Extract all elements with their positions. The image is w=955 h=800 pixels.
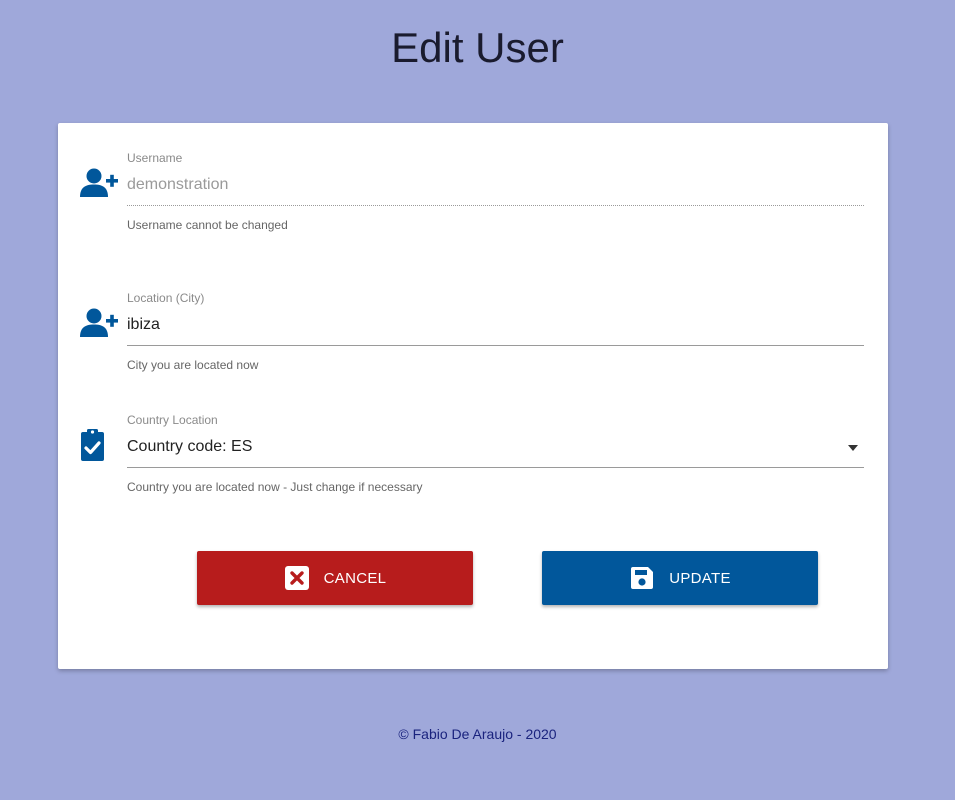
add-user-icon [80,308,118,337]
edit-user-card: Username demonstration Username cannot b… [58,123,888,669]
username-label: Username [127,151,183,165]
save-icon [631,567,654,589]
username-underline [127,205,864,206]
country-select[interactable]: Country code: ES [127,435,864,465]
username-input: demonstration [127,176,229,193]
add-user-icon [80,168,118,197]
update-label: UPDATE [669,569,731,587]
footer-copyright: © Fabio De Araujo - 2020 [398,726,557,742]
cancel-label: CANCEL [323,569,387,587]
caret-down-icon[interactable] [848,445,858,451]
username-helper-text: Username cannot be changed [127,218,288,232]
country-label: Country Location [127,413,218,427]
page-title: Edit User [391,24,564,71]
country-helper-text: Country you are located now - Just chang… [127,480,423,494]
location-helper-text: City you are located now [127,358,259,372]
location-input[interactable]: ibiza [127,313,864,343]
cancel-button[interactable]: CANCEL [197,551,473,605]
location-label: Location (City) [127,291,205,305]
update-button[interactable]: UPDATE [542,551,818,605]
location-underline [127,345,864,346]
country-underline [127,467,864,468]
clipboard-check-icon [81,429,104,461]
close-box-icon [284,566,309,590]
country-select-value: Country code: ES [127,438,253,455]
